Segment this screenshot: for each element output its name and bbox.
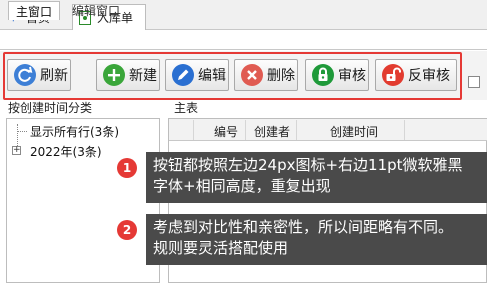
annotation-note-line: 考虑到对比性和亲密性，所以间距略有不同。 — [153, 218, 454, 236]
column-divider — [404, 120, 405, 140]
annotation-note-line: 字体+相同高度，重复出现 — [153, 177, 331, 195]
tree-connector-line — [17, 131, 27, 132]
column-divider — [296, 120, 297, 140]
column-divider — [245, 120, 246, 140]
highlight-frame — [3, 52, 462, 100]
annotation-number-badge: 2 — [117, 220, 137, 240]
option-checkbox[interactable] — [468, 76, 480, 88]
annotation-note-line: 按钮都按照左边24px图标+右边11pt微软雅黑 — [153, 156, 463, 174]
annotation-note: 考虑到对比性和亲密性，所以间距略有不同。 规则要灵活搭配使用 — [146, 214, 487, 265]
window-tab-bar — [0, 30, 487, 50]
column-divider — [193, 120, 194, 140]
tab-main-window[interactable]: 主窗口 — [8, 1, 60, 20]
annotation-note: 按钮都按照左边24px图标+右边11pt微软雅黑 字体+相同高度，重复出现 — [146, 152, 487, 203]
tree-item-all-rows[interactable]: 显示所有行(3条) — [30, 123, 119, 140]
annotation-note-line: 规则要灵活搭配使用 — [153, 239, 289, 257]
annotation-number-badge: 1 — [117, 158, 137, 178]
category-panel-title: 按创建时间分类 — [8, 101, 93, 115]
tree-expander-icon[interactable]: + — [12, 146, 21, 155]
column-header-number[interactable]: 编号 — [214, 123, 238, 140]
main-table-title: 主表 — [174, 101, 199, 115]
column-header-created-time[interactable]: 创建时间 — [330, 123, 378, 140]
tab-edit-window[interactable]: 编辑窗口 — [70, 1, 122, 20]
tree-item-2022[interactable]: 2022年(3条) — [30, 143, 102, 160]
column-header-creator[interactable]: 创建者 — [254, 123, 290, 140]
